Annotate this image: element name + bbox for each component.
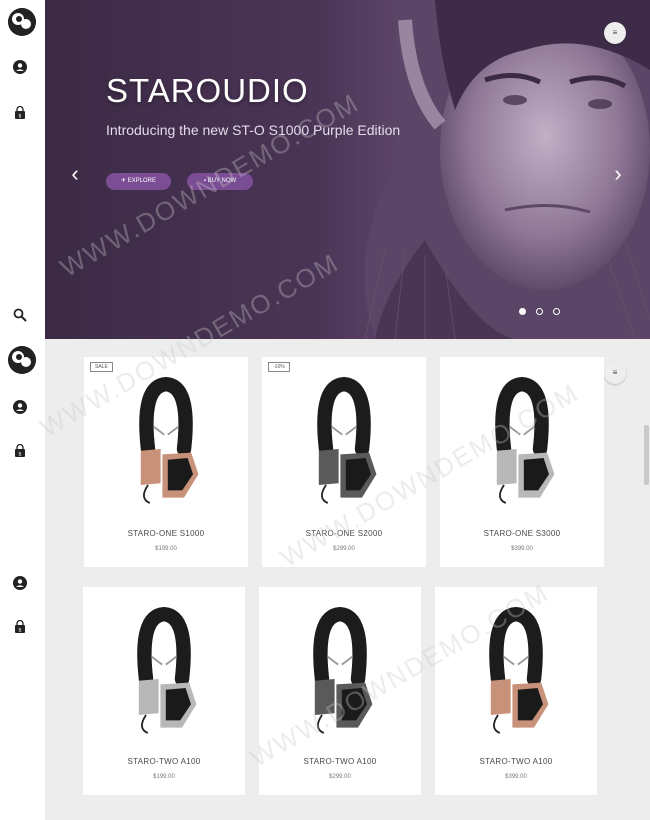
headphone-image <box>495 377 555 504</box>
user-icon-secondary[interactable] <box>13 400 31 418</box>
user-icon[interactable] <box>13 60 31 78</box>
hero-model-image <box>364 0 650 339</box>
product-badge: -10% <box>268 362 290 372</box>
hero-slider: STAROUDIO Introducing the new ST-O S1000… <box>45 0 650 339</box>
slide-dot-2[interactable] <box>536 308 543 315</box>
headphone-image <box>137 607 197 734</box>
buy-now-label: BUY NOW <box>207 178 237 184</box>
explore-button[interactable]: ✈ EXPLORE <box>106 173 171 190</box>
headphone-image <box>317 377 377 504</box>
search-icon[interactable] <box>13 308 31 326</box>
product-price: $199.00 <box>155 546 177 552</box>
svg-text:$: $ <box>18 452 21 458</box>
slide-dot-1[interactable] <box>519 308 526 315</box>
user-icon-tertiary[interactable] <box>13 576 31 594</box>
svg-text:$: $ <box>18 114 21 120</box>
product-price: $399.00 <box>505 774 527 780</box>
product-card[interactable]: SALE STARO-ONE S1000 $199.00 <box>84 357 248 567</box>
menu-button[interactable]: ≡ <box>604 22 626 44</box>
hero-title: STAROUDIO <box>106 72 309 109</box>
svg-text:$: $ <box>18 628 21 634</box>
product-card[interactable]: STARO-TWO A100 $199.00 <box>83 587 245 795</box>
explore-label: EXPLORE <box>127 178 157 184</box>
product-name[interactable]: STARO-ONE S2000 <box>262 529 426 538</box>
shopping-bag-icon-tertiary[interactable]: $ <box>13 619 31 638</box>
product-price: $299.00 <box>333 546 355 552</box>
product-card[interactable]: STARO-TWO A100 $399.00 <box>435 587 597 795</box>
product-badge: SALE <box>90 362 113 372</box>
product-name[interactable]: STARO-TWO A100 <box>83 757 245 766</box>
sidebar: $ $ $ <box>0 0 45 820</box>
headphone-image <box>313 607 373 734</box>
next-slide-button[interactable]: › <box>610 163 626 185</box>
rocket-icon: ✈ <box>120 178 128 184</box>
headphone-image <box>489 607 549 734</box>
product-name[interactable]: STARO-ONE S3000 <box>440 529 604 538</box>
menu-button-secondary[interactable]: ≡ <box>604 362 626 384</box>
scrollbar-thumb[interactable] <box>644 425 649 485</box>
product-card[interactable]: STARO-ONE S3000 $399.00 <box>440 357 604 567</box>
product-card[interactable]: STARO-TWO A100 $299.00 <box>259 587 421 795</box>
product-price: $299.00 <box>329 774 351 780</box>
product-name[interactable]: STARO-TWO A100 <box>259 757 421 766</box>
logo-icon[interactable] <box>8 8 36 36</box>
shopping-bag-icon-secondary[interactable]: $ <box>13 443 31 462</box>
product-name[interactable]: STARO-TWO A100 <box>435 757 597 766</box>
logo-icon-secondary[interactable] <box>8 346 36 374</box>
buy-now-button[interactable]: ▪ BUY NOW <box>187 173 253 190</box>
headphone-image <box>139 377 199 504</box>
product-price: $199.00 <box>153 774 175 780</box>
shopping-bag-icon[interactable]: $ <box>13 105 31 124</box>
product-name[interactable]: STARO-ONE S1000 <box>84 529 248 538</box>
slide-dot-3[interactable] <box>553 308 560 315</box>
product-price: $399.00 <box>511 546 533 552</box>
product-card[interactable]: -10% STARO-ONE S2000 $299.00 <box>262 357 426 567</box>
hero-subtitle: Introducing the new ST-O S1000 Purple Ed… <box>106 122 401 138</box>
prev-slide-button[interactable]: ‹ <box>67 163 83 185</box>
